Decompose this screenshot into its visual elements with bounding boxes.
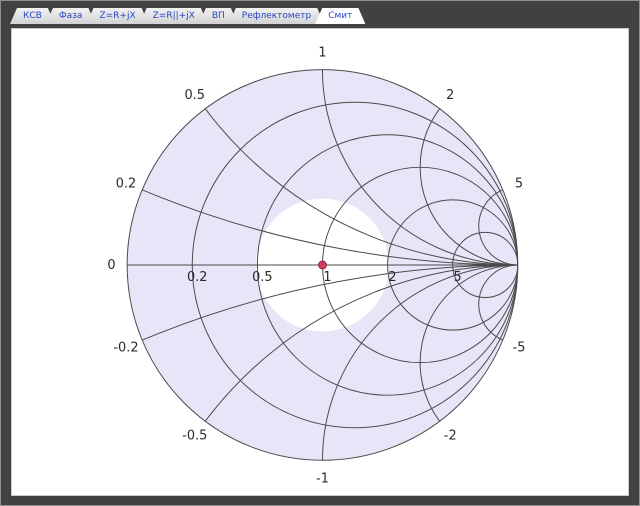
tab-z-parallel[interactable]: Z=R||+jX <box>140 8 208 24</box>
tab-bar: КСВФазаZ=R+jXZ=R||+jXВПРефлектометрСмит <box>10 8 630 24</box>
axis-label-zero: 0 <box>107 258 115 273</box>
marker-dot[interactable] <box>319 261 327 269</box>
tab-reflectometer[interactable]: Рефлектометр <box>229 8 324 24</box>
reactance-label: -0.2 <box>113 340 138 355</box>
reactance-label: 1 <box>318 46 326 61</box>
tab-z-series[interactable]: Z=R+jX <box>86 8 148 24</box>
app-window: КСВФазаZ=R+jXZ=R||+jXВПРефлектометрСмит … <box>0 0 640 506</box>
reactance-label: 2 <box>446 88 454 103</box>
reactance-label: 0.5 <box>184 88 204 103</box>
smith-chart[interactable]: 0.2 0.5 1 2 5 -0.2 -0.5 -1 -2 -5 0 0.2 0.5 1 2 5 <box>12 29 628 495</box>
reactance-label: 5 <box>515 177 523 192</box>
reactance-label: -2 <box>444 429 457 444</box>
axis-label: 0.5 <box>252 270 272 285</box>
reactance-label: -1 <box>316 471 329 486</box>
chart-panel: 0.2 0.5 1 2 5 -0.2 -0.5 -1 -2 -5 0 0.2 0.5 1 2 5 <box>11 28 629 496</box>
reactance-label: 0.2 <box>116 177 136 192</box>
axis-label: 5 <box>454 270 462 285</box>
axis-label: 0.2 <box>187 270 207 285</box>
axis-label: 1 <box>323 270 331 285</box>
axis-label: 2 <box>388 270 396 285</box>
reactance-label: -0.5 <box>182 429 207 444</box>
tab-smith[interactable]: Смит <box>315 8 365 24</box>
reactance-label: -5 <box>513 340 526 355</box>
